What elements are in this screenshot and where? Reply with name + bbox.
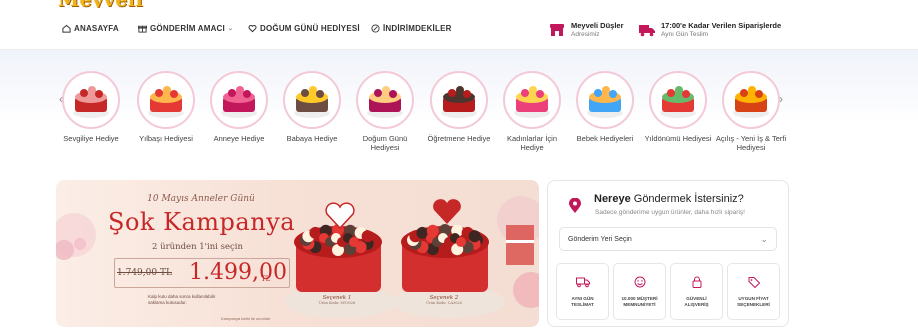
currency-label: TL [261,275,271,283]
campaign-banner[interactable]: 10 Mayıs Anneler Günü Şok Kampanya 2 ürü… [56,180,539,327]
category-image [649,71,707,129]
new-price: 1.499,00 [189,260,287,285]
category-image [576,71,634,129]
nav-home[interactable]: ANASAYFA [62,24,119,33]
category-item[interactable]: Açılış - Yeni İş & Terfi Hediyesi [714,71,788,152]
category-label: Açılış - Yeni İş & Terfi Hediyesi [715,134,787,152]
category-image [722,71,780,129]
lock-icon [692,276,701,288]
category-item[interactable]: Anneye Hediye [202,71,276,143]
truck-icon [575,277,590,288]
banner-title: Şok Kampanya [108,208,296,236]
old-price: 1.749,00 TL [117,268,172,278]
product-1-code: Ürün Kodu: MY3026 [318,301,356,305]
delivery-panel: Nereye Göndermek İstersiniz? Sadece gönd… [547,180,789,327]
feature-label: UYGUN FİYAT SEÇENEKLERİ [737,296,770,307]
nav-discounts[interactable]: İNDİRİMDEKİLER [371,24,452,33]
product-tag-1: Seçenek 1 Ürün Kodu: MY3026 [311,295,363,305]
banner-note: Kalp kutu daha sonra kullanılabilir sakl… [148,294,216,305]
category-item[interactable]: Doğum Günü Hediyesi [348,71,422,152]
product-2-code: Ürün Kodu: CA3026 [426,301,462,305]
category-label: Doğum Günü Hediyesi [362,134,408,152]
delivery-title: 17:00'e Kadar Verilen Siparişlerde [661,21,782,30]
nav-purpose-label: GÖNDERİM AMACI [150,24,225,33]
category-image [356,71,414,129]
delivery-info[interactable]: 17:00'e Kadar Verilen Siparişlerde Aynı … [639,21,781,38]
nav-home-label: ANASAYFA [74,24,119,33]
delivery-location-select[interactable]: Gönderim Yeri Seçin ⌄ [559,227,777,251]
heart-icon [248,24,257,33]
category-item[interactable]: Kadınlarlar İçin Hediye [495,71,569,152]
feature-label: 10.000 MÜŞTERİ MEMNUNİYETİ [621,296,658,307]
feature-price: UYGUN FİYAT SEÇENEKLERİ [727,263,780,320]
logo-text: Meyveli Düşler [58,0,178,8]
category-label: Bebek Hediyeleri [576,134,634,143]
smile-icon [634,276,645,288]
main-navbar: ANASAYFA GÖNDERİM AMACI ⌄ DOĞUM GÜNÜ HED… [0,8,918,50]
heart-topper-2 [433,199,461,224]
category-item[interactable]: Yıldönümü Hediyesi [641,71,715,143]
store-title: Meyveli Düşler [571,21,624,30]
category-label: Sevgiliye Hediye [63,134,119,143]
feature-label: AYNI GÜN TESLİMAT [571,296,594,307]
store-sub: Adresimiz [571,31,600,38]
panel-title-rest: Göndermek İstersiniz? [630,193,744,205]
tag-icon [748,277,760,289]
delivery-sub: Aynı Gün Teslim [661,31,709,38]
site-logo[interactable]: Meyveli Düşler [58,0,178,8]
feature-same-day: AYNI GÜN TESLİMAT [556,263,609,320]
category-image [210,71,268,129]
nav-purpose[interactable]: GÖNDERİM AMACI ⌄ [138,24,233,33]
category-label: Yıldönümü Hediyesi [644,134,712,143]
feature-satisfaction: 10.000 MÜŞTERİ MEMNUNİYETİ [613,263,666,320]
category-image [137,71,195,129]
category-item[interactable]: Öğretmene Hediye [422,71,496,143]
category-image [283,71,341,129]
category-label: Yılbaşı Hediyesi [139,134,193,143]
category-image [503,71,561,129]
feature-label: GÜVENLİ ALIŞVERİŞ [684,296,709,307]
category-item[interactable]: Babaya Hediye [275,71,349,143]
nav-birthday-label: DOĞUM GÜNÜ HEDİYESİ [260,24,360,33]
category-label: Kadınlarlar İçin Hediye [506,134,558,152]
chevron-down-icon: ⌄ [227,26,234,32]
banner-pretitle: 10 Mayıs Anneler Günü [147,194,255,204]
category-label: Anneye Hediye [213,134,265,143]
select-placeholder: Gönderim Yeri Seçin [568,236,632,243]
banner-subtitle: 2 üründen 1'ini seçin [152,242,243,252]
panel-title-bold: Nereye [594,193,631,205]
location-pin-icon [569,198,581,213]
store-icon [550,23,564,36]
gift-icon [138,25,147,33]
heart-topper-1 [325,202,355,230]
discount-icon [371,24,380,33]
category-item[interactable]: Yılbaşı Hediyesi [129,71,203,143]
category-image [430,71,488,129]
panel-subtitle: Sadece gönderime uygun ürünler, daha hız… [595,209,745,216]
category-image [62,71,120,129]
nav-discounts-label: İNDİRİMDEKİLER [383,24,452,33]
feature-secure: GÜVENLİ ALIŞVERİŞ [670,263,723,320]
truck-icon [639,24,655,36]
category-item[interactable]: Bebek Hediyeleri [568,71,642,143]
panel-title: Nereye Göndermek İstersiniz? [594,193,744,205]
home-icon [62,24,71,33]
category-item[interactable]: Sevgiliye Hediye [54,71,128,143]
category-label: Öğretmene Hediye [427,134,491,143]
product-tag-2: Seçenek 2 Ürün Kodu: CA3026 [418,295,470,305]
banner-footnote: Kampanya tarihi ile sınırlıdır [221,316,271,321]
nav-birthday[interactable]: DOĞUM GÜNÜ HEDİYESİ [248,24,360,33]
store-info[interactable]: Meyveli Düşler Adresimiz [549,21,624,38]
chevron-down-icon: ⌄ [760,234,768,244]
category-label: Babaya Hediye [286,134,338,143]
